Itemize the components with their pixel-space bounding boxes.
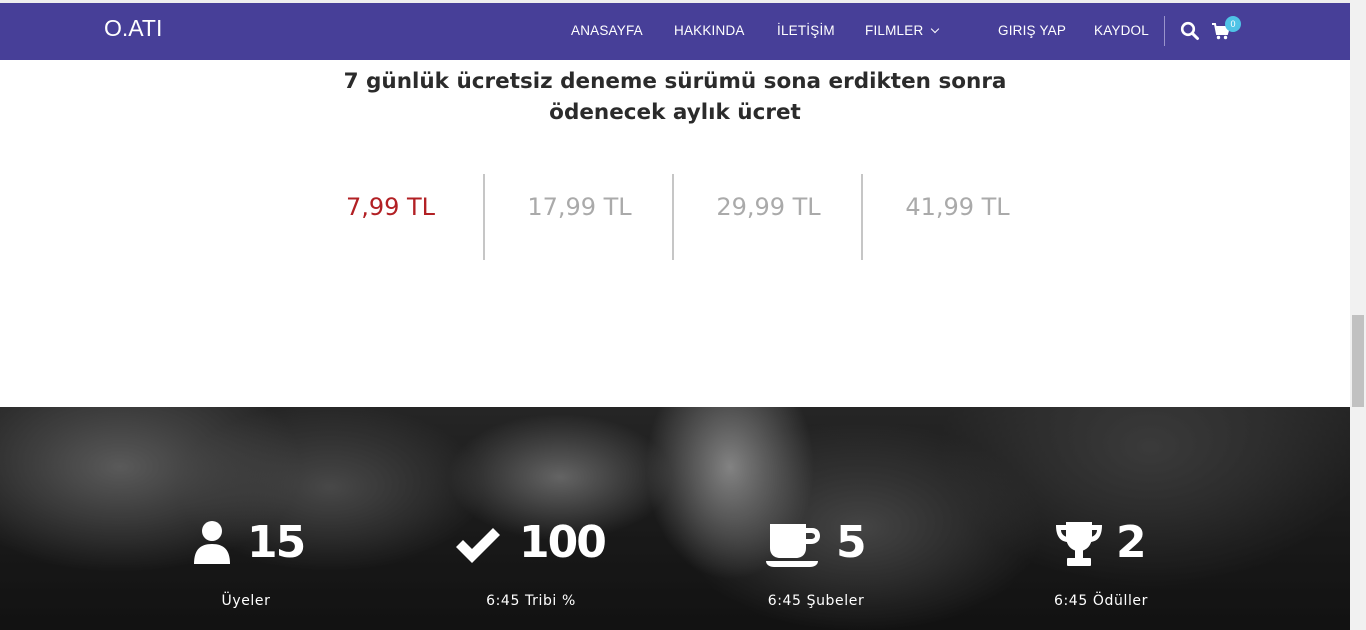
pricing-heading-line1: 7 günlük ücretsiz deneme sürümü sona erd…: [343, 69, 1007, 94]
register-link[interactable]: KAYDOL: [1094, 23, 1149, 38]
stat-tribi-label: 6:45 Tribi %: [486, 593, 576, 609]
nav-about[interactable]: HAKKINDA: [674, 23, 745, 38]
stat-members-label: Üyeler: [221, 593, 271, 609]
stat-awards-value: 2: [1116, 517, 1147, 568]
nav-movies-dropdown[interactable]: FILMLER: [865, 23, 940, 38]
pricing-heading: 7 günlük ücretsiz deneme sürümü sona erd…: [300, 66, 1050, 128]
chevron-down-icon: [931, 24, 940, 34]
nav-divider: [1164, 16, 1165, 46]
stat-members-value: 15: [247, 517, 306, 568]
price-option-4[interactable]: 41,99 TL: [863, 193, 1052, 221]
pricing-heading-line2: ödenecek aylık ücret: [549, 100, 801, 125]
nav-contact[interactable]: İLETİŞİM: [777, 23, 835, 38]
nav-movies-label: FILMLER: [865, 23, 924, 38]
site-logo[interactable]: O.ATI: [104, 15, 162, 42]
stat-awards-label: 6:45 Ödüller: [1053, 593, 1149, 609]
check-icon: [453, 525, 503, 569]
search-icon[interactable]: [1180, 21, 1200, 41]
coffee-icon: [764, 522, 822, 572]
price-option-2[interactable]: 17,99 TL: [485, 193, 674, 221]
stat-branches-label: 6:45 Şubeler: [767, 593, 865, 609]
nav-home[interactable]: ANASAYFA: [571, 23, 643, 38]
price-option-3[interactable]: 29,99 TL: [674, 193, 863, 221]
scrollbar-thumb[interactable]: [1352, 315, 1364, 407]
user-icon: [192, 520, 232, 570]
stat-branches-value: 5: [836, 517, 867, 568]
stat-tribi-value: 100: [519, 517, 607, 568]
stats-section: 15 Üyeler 100 6:45 Tribi % 5 6:45 Şubele…: [0, 407, 1350, 630]
trophy-icon: [1053, 520, 1105, 572]
login-link[interactable]: GIRIŞ YAP: [998, 23, 1066, 38]
top-navbar: O.ATI ANASAYFA HAKKINDA İLETİŞİM FILMLER…: [0, 0, 1350, 60]
cart-count-badge: 0: [1225, 16, 1241, 32]
price-option-1[interactable]: 7,99 TL: [296, 193, 485, 221]
